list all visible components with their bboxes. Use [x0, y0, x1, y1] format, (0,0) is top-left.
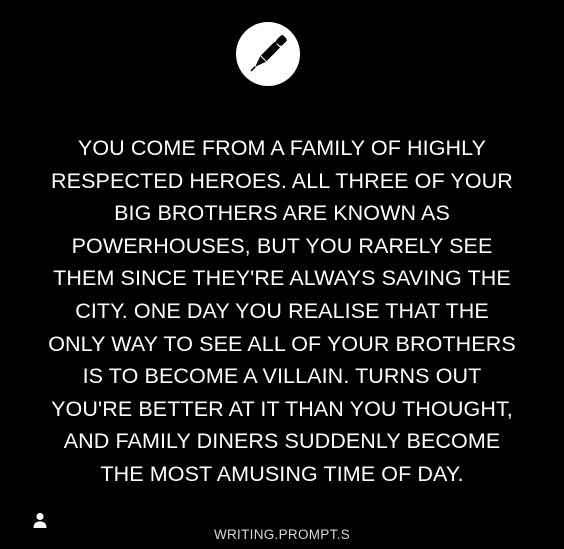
- pen-icon: [250, 35, 287, 72]
- prompt-line: ONLY WAY TO SEE ALL OF YOUR BROTHERS: [48, 331, 516, 356]
- prompt-line: IS TO BECOME A VILLAIN. TURNS OUT: [82, 364, 482, 389]
- prompt-line: THE MOST AMUSING TIME OF DAY.: [100, 461, 464, 486]
- writing-prompt-text: YOU COME FROM A FAMILY OF HIGHLY RESPECT…: [16, 132, 548, 491]
- prompt-line: POWERHOUSES, BUT YOU RARELY SEE: [71, 233, 493, 258]
- account-handle: WRITING.PROMPT.S: [213, 527, 351, 542]
- prompt-line: YOU'RE BETTER AT IT THAN YOU THOUGHT,: [51, 396, 513, 421]
- prompt-line: AND FAMILY DINERS SUDDENLY BECOME: [63, 429, 501, 454]
- prompt-line: THEM SINCE THEY'RE ALWAYS SAVING THE: [53, 266, 511, 291]
- prompt-line: CITY. ONE DAY YOU REALISE THAT THE: [75, 298, 489, 323]
- prompt-line: RESPECTED HEROES. ALL THREE OF YOUR: [51, 168, 513, 193]
- pen-logo: [236, 22, 300, 86]
- prompt-line: YOU COME FROM A FAMILY OF HIGHLY: [77, 136, 487, 160]
- prompt-line: BIG BROTHERS ARE KNOWN AS: [114, 201, 450, 226]
